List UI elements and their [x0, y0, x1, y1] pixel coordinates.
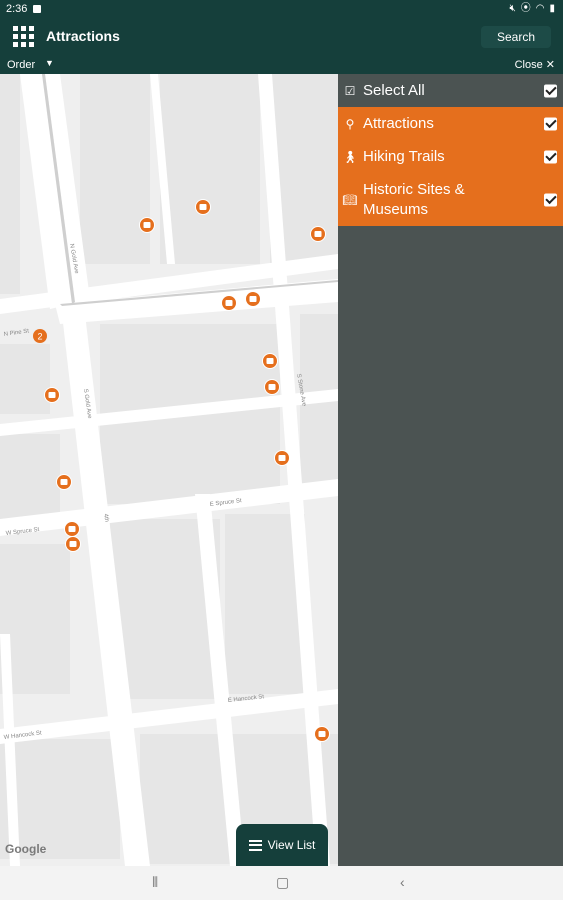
apps-grid-icon[interactable] [13, 26, 34, 47]
view-list-label: View List [267, 838, 316, 852]
attraction-marker[interactable] [310, 226, 326, 242]
book-icon: 📖︎ [342, 192, 358, 207]
checklist-icon: ☑ [344, 83, 356, 98]
category-label: Historic Sites & Museums [363, 180, 465, 218]
caret-down-icon[interactable]: ▼ [45, 58, 54, 68]
attraction-marker[interactable] [139, 217, 155, 233]
notification-icon [33, 5, 42, 13]
category-checkbox[interactable] [544, 193, 557, 206]
attraction-marker[interactable] [64, 521, 80, 537]
attraction-marker[interactable] [195, 199, 211, 215]
filter-panel: ☑ Select All ⚲ Attractions 🚶︎ Hiking Tra… [338, 74, 563, 866]
attraction-marker[interactable] [245, 291, 261, 307]
select-all-checkbox[interactable] [544, 84, 557, 97]
attraction-marker[interactable] [44, 387, 60, 403]
system-nav-bar: ⦀ ▢ ‹ [0, 866, 563, 900]
cluster-count: 2 [37, 332, 42, 342]
close-button[interactable]: Close ✕ [515, 58, 555, 71]
map-view[interactable]: N Gold Ave N Pine St S Gold Ave S Stone … [0, 74, 338, 866]
attraction-marker[interactable] [314, 726, 330, 742]
home-icon[interactable]: ▢ [276, 874, 289, 891]
status-bar: 2:36 🔇︎ ⦿ ◠ ▮ [0, 0, 563, 18]
category-label: Hiking Trails [363, 147, 445, 165]
recents-icon[interactable]: ⦀ [152, 874, 158, 891]
back-icon[interactable]: ‹ [400, 874, 405, 890]
attraction-marker[interactable] [274, 450, 290, 466]
wifi-icon: ◠ [535, 3, 545, 14]
attraction-marker[interactable] [221, 295, 237, 311]
list-icon [248, 839, 262, 851]
category-row-historic-sites[interactable]: 📖︎ Historic Sites & Museums [338, 173, 563, 226]
map-canvas[interactable]: N Gold Ave N Pine St S Gold Ave S Stone … [0, 74, 338, 866]
hiker-icon: 🚶︎ [342, 149, 358, 164]
map-pin-icon: ⚲ [345, 116, 355, 131]
category-row-hiking-trails[interactable]: 🚶︎ Hiking Trails [338, 140, 563, 173]
mute-icon: 🔇︎ [509, 3, 516, 14]
attraction-marker[interactable] [65, 536, 81, 552]
select-all-label: Select All [363, 81, 425, 99]
street-label: N Pine St [3, 328, 29, 338]
sub-toolbar: Order ▼ Close ✕ [0, 56, 563, 74]
attraction-marker[interactable] [264, 379, 280, 395]
view-list-button[interactable]: View List [236, 824, 328, 866]
cluster-marker[interactable]: 2 [33, 329, 47, 343]
category-checkbox[interactable] [544, 117, 557, 130]
search-button[interactable]: Search [481, 26, 551, 48]
battery-icon: ▮ [549, 3, 555, 14]
category-label: Attractions [363, 114, 434, 132]
status-icons: 🔇︎ ⦿ ◠ ▮ [509, 3, 555, 15]
select-all-row[interactable]: ☑ Select All [338, 74, 563, 107]
status-time: 2:36 [6, 3, 28, 15]
attraction-marker[interactable] [56, 474, 72, 490]
category-checkbox[interactable] [544, 150, 557, 163]
google-logo: Google [5, 842, 47, 856]
app-header: Attractions Search [0, 18, 563, 56]
location-icon: ⦿ [520, 3, 531, 14]
page-title: Attractions [46, 28, 120, 44]
attraction-marker[interactable] [262, 353, 278, 369]
category-row-attractions[interactable]: ⚲ Attractions [338, 107, 563, 140]
order-dropdown[interactable]: Order [7, 59, 35, 71]
